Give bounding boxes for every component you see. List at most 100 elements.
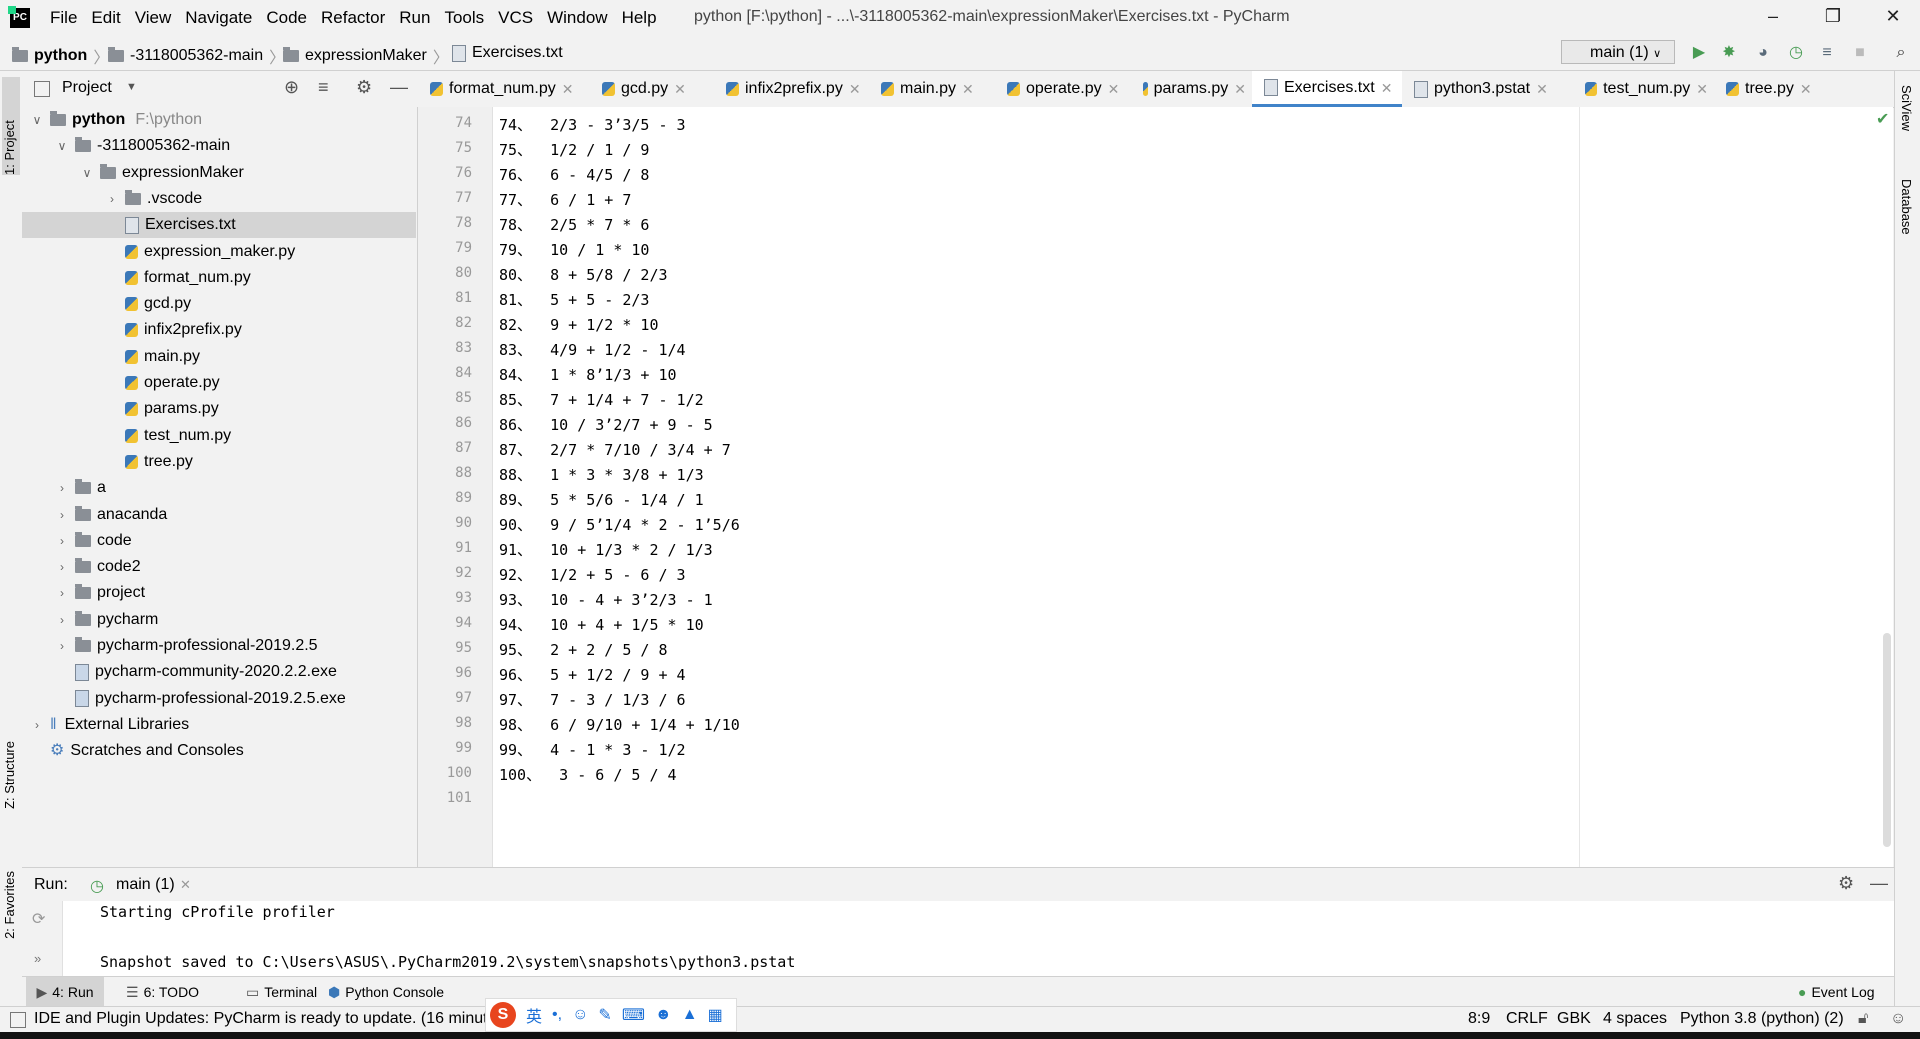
close-icon[interactable]: ✕	[1234, 71, 1246, 107]
menu-file[interactable]: File	[50, 8, 77, 28]
menu-code[interactable]: Code	[266, 8, 307, 28]
tree-item[interactable]: › code	[22, 528, 416, 554]
punctuation-icon[interactable]: •,	[552, 1006, 562, 1024]
chevron-right-icon[interactable]: ›	[105, 186, 119, 212]
chevron-right-icon[interactable]: ›	[30, 712, 44, 738]
chevron-down-icon[interactable]: ∨	[55, 133, 69, 159]
tree-item[interactable]: main.py	[22, 344, 416, 370]
chevron-down-icon[interactable]: ∨	[30, 107, 44, 133]
menu-tools[interactable]: Tools	[444, 8, 484, 28]
chevron-right-icon[interactable]: ›	[55, 554, 69, 580]
menu-edit[interactable]: Edit	[91, 8, 120, 28]
toolbox-icon[interactable]: ▦	[708, 1005, 723, 1025]
close-button[interactable]: ✕	[1878, 6, 1908, 27]
restore-button[interactable]: ❐	[1818, 6, 1848, 27]
close-icon[interactable]: ✕	[962, 71, 974, 107]
run-tab-main[interactable]: main (1)	[116, 876, 175, 894]
rerun-icon[interactable]: ⟳	[32, 909, 45, 929]
gear-icon[interactable]: ⚙	[1838, 873, 1854, 894]
editor-tab[interactable]: tree.py ✕	[1714, 71, 1824, 107]
close-icon[interactable]: ✕	[1800, 71, 1812, 107]
todo-tool-tab[interactable]: ☰ 6: TODO	[126, 977, 199, 1007]
breadcrumb-python[interactable]: python 〉	[12, 44, 115, 68]
tree-item[interactable]: format_num.py	[22, 265, 416, 291]
structure-tool-tab[interactable]: Z: Structure	[2, 741, 17, 809]
run-configuration-select[interactable]: main (1) ∨	[1561, 40, 1675, 64]
tree-item[interactable]: › .vscode	[22, 186, 416, 212]
tree-item[interactable]: Exercises.txt	[22, 212, 416, 239]
breadcrumb-main[interactable]: -3118005362-main 〉	[108, 44, 291, 68]
tree-item[interactable]: infix2prefix.py	[22, 317, 416, 343]
menu-vcs[interactable]: VCS	[498, 8, 533, 28]
search-icon[interactable]: ⌕	[1892, 44, 1910, 62]
sogou-logo-icon[interactable]: S	[490, 1002, 516, 1028]
editor-scrollbar[interactable]	[1883, 633, 1891, 847]
close-icon[interactable]: ✕	[562, 71, 574, 107]
keyboard-icon[interactable]: ⌨	[622, 1005, 645, 1025]
minimize-button[interactable]: –	[1758, 6, 1788, 27]
run-console[interactable]: Starting cProfile profiler Snapshot save…	[22, 901, 1894, 976]
breadcrumb-expressionmaker[interactable]: expressionMaker 〉	[283, 44, 455, 68]
tree-item[interactable]: expression_maker.py	[22, 239, 416, 265]
tree-item[interactable]: tree.py	[22, 449, 416, 475]
inspector-icon[interactable]: ☺	[1890, 1010, 1906, 1028]
close-icon[interactable]: ✕	[180, 877, 191, 893]
menu-run[interactable]: Run	[399, 8, 430, 28]
debug-icon[interactable]: ✸	[1720, 44, 1738, 62]
chevron-right-icon[interactable]: ›	[55, 475, 69, 501]
tree-item[interactable]: ∨ expressionMaker	[22, 160, 416, 186]
editor-tab[interactable]: gcd.py ✕	[590, 71, 708, 107]
editor-tab[interactable]: python3.pstat ✕	[1402, 71, 1567, 107]
menu-help[interactable]: Help	[622, 8, 657, 28]
tree-item[interactable]: ∨ python F:\python	[22, 107, 416, 133]
run-icon[interactable]: ▶	[1690, 44, 1708, 62]
breadcrumb-exercises[interactable]: Exercises.txt	[452, 44, 563, 62]
tree-item[interactable]: › pycharm	[22, 607, 416, 633]
editor-tab[interactable]: test_num.py ✕	[1573, 71, 1708, 107]
close-icon[interactable]: ✕	[1696, 71, 1708, 107]
editor-tab[interactable]: operate.py ✕	[995, 71, 1125, 107]
tree-item[interactable]: test_num.py	[22, 423, 416, 449]
run-tool-tab[interactable]: ▶ 4: Run	[26, 977, 104, 1007]
close-icon[interactable]: ✕	[1381, 70, 1393, 106]
tool-window-toggle-icon[interactable]	[10, 1012, 26, 1028]
project-view-title[interactable]: Project	[62, 79, 112, 97]
menu-view[interactable]: View	[135, 8, 172, 28]
file-encoding[interactable]: GBK	[1557, 1010, 1591, 1028]
sciview-tool-tab[interactable]: SciView	[1899, 85, 1914, 131]
close-icon[interactable]: ✕	[674, 71, 686, 107]
collapse-all-icon[interactable]: ≡	[318, 77, 329, 98]
profile-icon[interactable]: ◷	[1787, 44, 1805, 62]
close-icon[interactable]: ✕	[1108, 71, 1120, 107]
chevron-right-icon[interactable]: ›	[55, 528, 69, 554]
hide-icon[interactable]: —	[390, 77, 408, 98]
expand-icon[interactable]: »	[34, 951, 41, 966]
tree-item[interactable]: ⚙ Scratches and Consoles	[22, 738, 416, 764]
indent-setting[interactable]: 4 spaces	[1603, 1010, 1667, 1028]
menu-window[interactable]: Window	[547, 8, 607, 28]
project-tool-tab[interactable]: 1: Project	[2, 77, 20, 175]
python-interpreter[interactable]: Python 3.8 (python) (2)	[1680, 1010, 1844, 1028]
editor-tab[interactable]: format_num.py ✕	[418, 71, 582, 107]
chevron-down-icon[interactable]: ▼	[126, 81, 137, 93]
user-icon[interactable]: ☻	[655, 1006, 672, 1024]
editor-tab[interactable]: Exercises.txt ✕	[1252, 71, 1402, 107]
tree-item[interactable]: › code2	[22, 554, 416, 580]
tree-item[interactable]: › ‖ External Libraries	[22, 712, 416, 738]
tree-item[interactable]: pycharm-professional-2019.2.5.exe	[22, 686, 416, 712]
locate-icon[interactable]: ⊕	[284, 77, 299, 98]
event-log-tool-tab[interactable]: ● Event Log	[1798, 977, 1875, 1007]
tree-item[interactable]: › a	[22, 475, 416, 501]
terminal-tool-tab[interactable]: ▭ Terminal	[246, 977, 317, 1007]
editor-tab[interactable]: infix2prefix.py ✕	[714, 71, 862, 107]
skin-icon[interactable]: ▲	[682, 1006, 698, 1024]
menu-navigate[interactable]: Navigate	[185, 8, 252, 28]
tree-item[interactable]: gcd.py	[22, 291, 416, 317]
chevron-right-icon[interactable]: ›	[55, 607, 69, 633]
python-console-tool-tab[interactable]: ⬢ Python Console	[328, 977, 444, 1007]
gear-icon[interactable]: ⚙	[356, 77, 372, 98]
lock-icon[interactable]: 🔓︎	[1858, 1010, 1868, 1028]
editor-tab[interactable]: params.py ✕	[1131, 71, 1246, 107]
chevron-right-icon[interactable]: ›	[55, 633, 69, 659]
close-icon[interactable]: ✕	[849, 71, 861, 107]
